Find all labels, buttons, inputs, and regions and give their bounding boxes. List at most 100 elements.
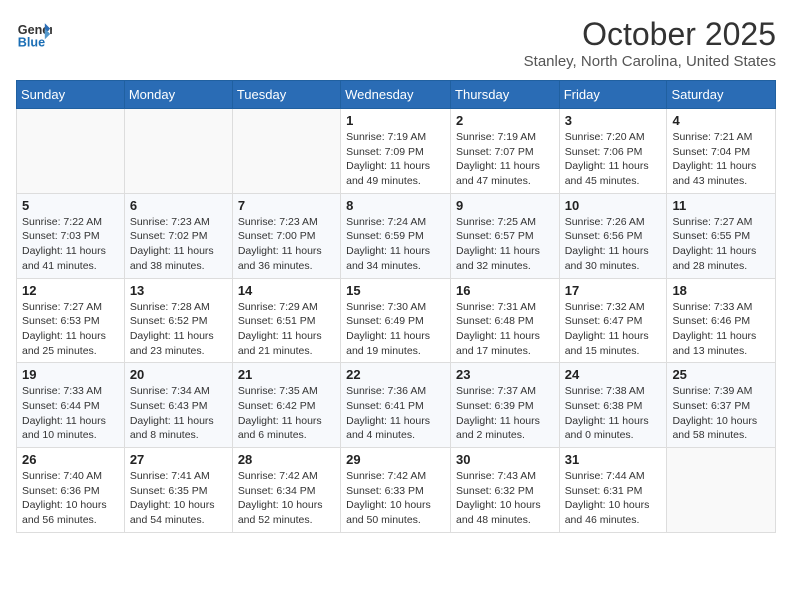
calendar-cell: 25 Sunrise: 7:39 AMSunset: 6:37 PMDayligh… (667, 363, 776, 448)
day-info: Sunrise: 7:25 AMSunset: 6:57 PMDaylight:… (456, 215, 554, 274)
day-number: 31 (565, 452, 662, 467)
calendar-cell: 18 Sunrise: 7:33 AMSunset: 6:46 PMDayligh… (667, 278, 776, 363)
calendar-table: SundayMondayTuesdayWednesdayThursdayFrid… (16, 80, 776, 533)
day-info: Sunrise: 7:29 AMSunset: 6:51 PMDaylight:… (238, 300, 335, 359)
day-number: 21 (238, 367, 335, 382)
day-info: Sunrise: 7:43 AMSunset: 6:32 PMDaylight:… (456, 469, 554, 528)
day-number: 25 (672, 367, 770, 382)
day-number: 12 (22, 283, 119, 298)
calendar-cell: 23 Sunrise: 7:37 AMSunset: 6:39 PMDayligh… (451, 363, 560, 448)
day-number: 3 (565, 113, 662, 128)
day-number: 15 (346, 283, 445, 298)
day-info: Sunrise: 7:33 AMSunset: 6:44 PMDaylight:… (22, 384, 119, 443)
svg-text:Blue: Blue (18, 36, 45, 50)
logo: General Blue (16, 16, 52, 52)
calendar-week-row: 26 Sunrise: 7:40 AMSunset: 6:36 PMDayligh… (17, 448, 776, 533)
calendar-cell: 26 Sunrise: 7:40 AMSunset: 6:36 PMDayligh… (17, 448, 125, 533)
calendar-cell: 17Sunrise: 7:32 AMSunset: 6:47 PMDayligh… (559, 278, 667, 363)
calendar-cell: 4Sunrise: 7:21 AMSunset: 7:04 PMDaylight… (667, 109, 776, 194)
weekday-header: Friday (559, 81, 667, 109)
day-info: Sunrise: 7:24 AMSunset: 6:59 PMDaylight:… (346, 215, 445, 274)
day-number: 26 (22, 452, 119, 467)
day-info: Sunrise: 7:23 AMSunset: 7:00 PMDaylight:… (238, 215, 335, 274)
calendar-cell (17, 109, 125, 194)
day-number: 29 (346, 452, 445, 467)
weekday-header: Tuesday (232, 81, 340, 109)
calendar-cell: 16Sunrise: 7:31 AMSunset: 6:48 PMDayligh… (451, 278, 560, 363)
calendar-cell (232, 109, 340, 194)
location: Stanley, North Carolina, United States (524, 53, 776, 70)
day-number: 30 (456, 452, 554, 467)
day-info: Sunrise: 7:40 AMSunset: 6:36 PMDaylight:… (22, 469, 119, 528)
day-number: 11 (672, 198, 770, 213)
calendar-cell: 28Sunrise: 7:42 AMSunset: 6:34 PMDayligh… (232, 448, 340, 533)
day-info: Sunrise: 7:30 AMSunset: 6:49 PMDaylight:… (346, 300, 445, 359)
day-number: 2 (456, 113, 554, 128)
calendar-cell: 31Sunrise: 7:44 AMSunset: 6:31 PMDayligh… (559, 448, 667, 533)
day-info: Sunrise: 7:27 AMSunset: 6:53 PMDaylight:… (22, 300, 119, 359)
day-number: 24 (565, 367, 662, 382)
day-number: 8 (346, 198, 445, 213)
day-number: 6 (130, 198, 227, 213)
calendar-cell (124, 109, 232, 194)
calendar-cell: 10 Sunrise: 7:26 AMSunset: 6:56 PMDayligh… (559, 193, 667, 278)
day-info: Sunrise: 7:31 AMSunset: 6:48 PMDaylight:… (456, 300, 554, 359)
day-number: 7 (238, 198, 335, 213)
day-info: Sunrise: 7:26 AMSunset: 6:56 PMDaylight:… (565, 215, 662, 274)
day-number: 23 (456, 367, 554, 382)
calendar-week-row: 19Sunrise: 7:33 AMSunset: 6:44 PMDayligh… (17, 363, 776, 448)
month-title: October 2025 (524, 16, 776, 53)
day-number: 27 (130, 452, 227, 467)
calendar-cell: 14 Sunrise: 7:29 AMSunset: 6:51 PMDayligh… (232, 278, 340, 363)
title-block: October 2025 Stanley, North Carolina, Un… (524, 16, 776, 70)
calendar-cell: 19Sunrise: 7:33 AMSunset: 6:44 PMDayligh… (17, 363, 125, 448)
day-number: 22 (346, 367, 445, 382)
calendar-header-row: SundayMondayTuesdayWednesdayThursdayFrid… (17, 81, 776, 109)
day-number: 5 (22, 198, 119, 213)
day-number: 1 (346, 113, 445, 128)
day-number: 17 (565, 283, 662, 298)
day-number: 13 (130, 283, 227, 298)
calendar-cell: 8 Sunrise: 7:24 AMSunset: 6:59 PMDaylight… (341, 193, 451, 278)
calendar-cell: 20 Sunrise: 7:34 AMSunset: 6:43 PMDayligh… (124, 363, 232, 448)
calendar-cell: 9Sunrise: 7:25 AMSunset: 6:57 PMDaylight… (451, 193, 560, 278)
day-info: Sunrise: 7:19 AMSunset: 7:07 PMDaylight:… (456, 130, 554, 189)
calendar-week-row: 1 Sunrise: 7:19 AMSunset: 7:09 PMDaylight… (17, 109, 776, 194)
day-number: 20 (130, 367, 227, 382)
weekday-header: Monday (124, 81, 232, 109)
day-info: Sunrise: 7:27 AMSunset: 6:55 PMDaylight:… (672, 215, 770, 274)
day-number: 18 (672, 283, 770, 298)
day-info: Sunrise: 7:33 AMSunset: 6:46 PMDaylight:… (672, 300, 770, 359)
calendar-cell: 21Sunrise: 7:35 AMSunset: 6:42 PMDayligh… (232, 363, 340, 448)
calendar-cell: 3Sunrise: 7:20 AMSunset: 7:06 PMDaylight… (559, 109, 667, 194)
day-info: Sunrise: 7:39 AMSunset: 6:37 PMDaylight:… (672, 384, 770, 443)
weekday-header: Sunday (17, 81, 125, 109)
calendar-cell: 27 Sunrise: 7:41 AMSunset: 6:35 PMDayligh… (124, 448, 232, 533)
day-info: Sunrise: 7:42 AMSunset: 6:33 PMDaylight:… (346, 469, 445, 528)
day-info: Sunrise: 7:19 AMSunset: 7:09 PMDaylight:… (346, 130, 445, 189)
calendar-cell: 11 Sunrise: 7:27 AMSunset: 6:55 PMDayligh… (667, 193, 776, 278)
calendar-cell: 12 Sunrise: 7:27 AMSunset: 6:53 PMDayligh… (17, 278, 125, 363)
day-info: Sunrise: 7:23 AMSunset: 7:02 PMDaylight:… (130, 215, 227, 274)
day-info: Sunrise: 7:36 AMSunset: 6:41 PMDaylight:… (346, 384, 445, 443)
calendar-cell: 30 Sunrise: 7:43 AMSunset: 6:32 PMDayligh… (451, 448, 560, 533)
day-info: Sunrise: 7:34 AMSunset: 6:43 PMDaylight:… (130, 384, 227, 443)
calendar-week-row: 5Sunrise: 7:22 AMSunset: 7:03 PMDaylight… (17, 193, 776, 278)
weekday-header: Thursday (451, 81, 560, 109)
day-info: Sunrise: 7:37 AMSunset: 6:39 PMDaylight:… (456, 384, 554, 443)
weekday-header: Saturday (667, 81, 776, 109)
day-number: 10 (565, 198, 662, 213)
calendar-cell: 7 Sunrise: 7:23 AMSunset: 7:00 PMDaylight… (232, 193, 340, 278)
calendar-cell: 6 Sunrise: 7:23 AMSunset: 7:02 PMDaylight… (124, 193, 232, 278)
calendar-cell: 22 Sunrise: 7:36 AMSunset: 6:41 PMDayligh… (341, 363, 451, 448)
day-info: Sunrise: 7:41 AMSunset: 6:35 PMDaylight:… (130, 469, 227, 528)
day-number: 28 (238, 452, 335, 467)
calendar-cell: 2 Sunrise: 7:19 AMSunset: 7:07 PMDaylight… (451, 109, 560, 194)
day-number: 14 (238, 283, 335, 298)
weekday-header: Wednesday (341, 81, 451, 109)
day-info: Sunrise: 7:28 AMSunset: 6:52 PMDaylight:… (130, 300, 227, 359)
day-number: 4 (672, 113, 770, 128)
logo-icon: General Blue (16, 16, 52, 52)
calendar-cell: 1 Sunrise: 7:19 AMSunset: 7:09 PMDaylight… (341, 109, 451, 194)
calendar-cell: 5Sunrise: 7:22 AMSunset: 7:03 PMDaylight… (17, 193, 125, 278)
